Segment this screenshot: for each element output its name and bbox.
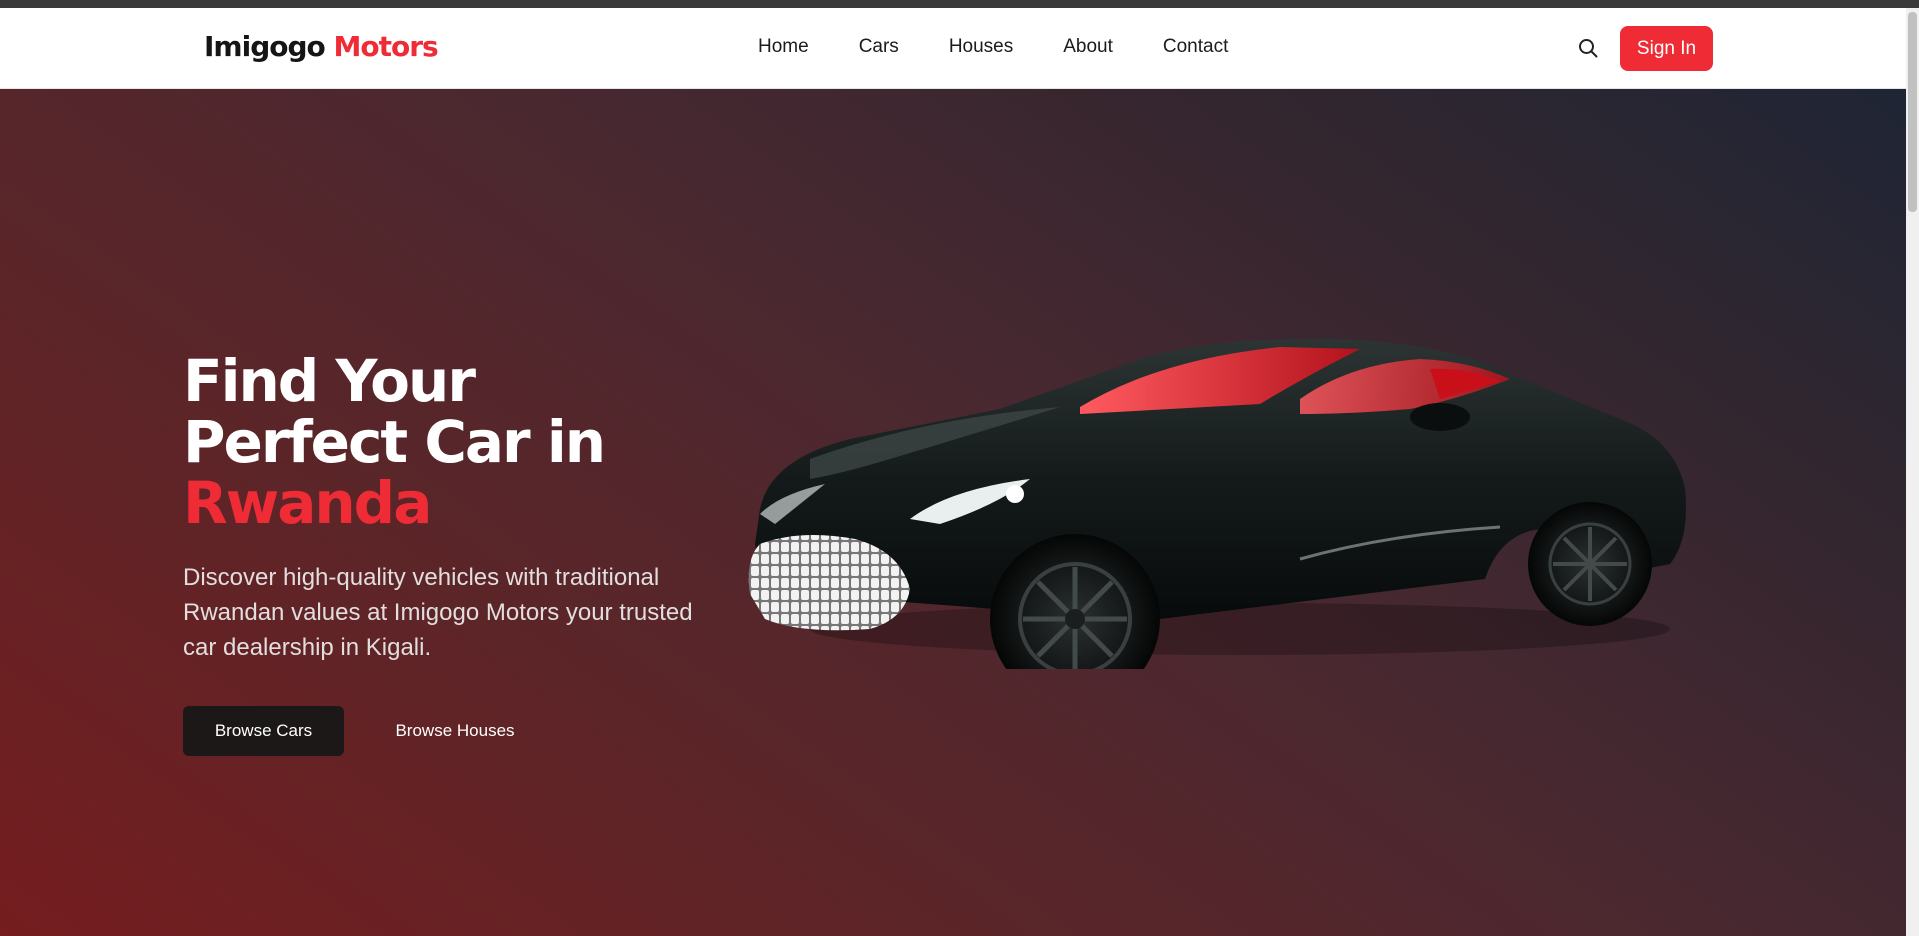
hero-title-line1: Find Your [183,347,476,415]
nav-link-cars[interactable]: Cars [859,36,899,58]
hero-title-highlight: Rwanda [183,469,432,537]
scrollbar-thumb[interactable] [1908,12,1917,212]
nav-link-contact[interactable]: Contact [1163,36,1228,58]
nav-link-houses[interactable]: Houses [949,36,1013,58]
navbar: Imigogo Motors Home Cars Houses About Co… [0,8,1906,89]
browser-top-strip [0,0,1919,8]
hero-title: Find Your Perfect Car in Rwanda [183,351,783,534]
search-button[interactable] [1576,36,1600,60]
browse-houses-button[interactable]: Browse Houses [372,706,538,756]
brand-name-accent: Motors [333,30,439,63]
nav-link-home[interactable]: Home [758,36,809,58]
search-icon [1579,39,1598,58]
sports-car-image [748,338,1686,669]
nav-link-about[interactable]: About [1063,36,1113,58]
browse-cars-button[interactable]: Browse Cars [183,706,344,756]
page-scrollbar[interactable] [1906,8,1919,936]
brand-name-primary: Imigogo [204,30,326,63]
hero-description: Discover high-quality vehicles with trad… [183,564,693,661]
brand-logo[interactable]: Imigogo Motors [204,30,439,63]
main-nav: Home Cars Houses About Contact [758,36,1278,58]
sign-in-button[interactable]: Sign In [1620,26,1713,71]
hero-section: Find Your Perfect Car in Rwanda Discover… [0,89,1906,936]
hero-title-line2: Perfect Car in [183,408,606,476]
